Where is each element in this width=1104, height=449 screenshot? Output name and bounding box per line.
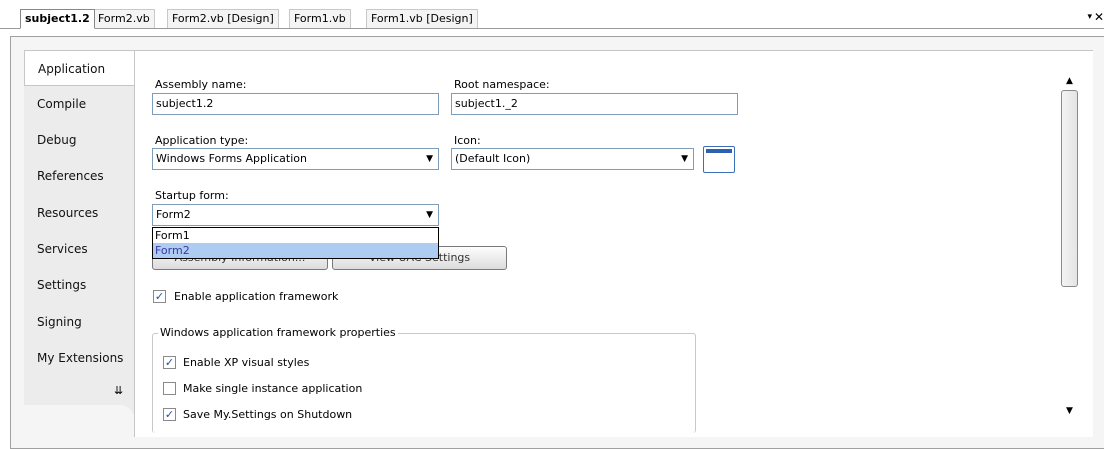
- startup-form-value: Form2: [156, 208, 191, 221]
- scrollbar-thumb[interactable]: [1061, 90, 1078, 287]
- scroll-up-icon[interactable]: ▲: [1066, 76, 1073, 86]
- chevron-down-icon: ▼: [681, 154, 688, 164]
- window-list-dropdown-icon[interactable]: ▾: [1087, 12, 1092, 22]
- assembly-name-field[interactable]: subject1.2: [152, 93, 439, 115]
- application-type-combo[interactable]: Windows Forms Application ▼: [152, 148, 439, 170]
- doc-tab-form2-vb[interactable]: Form2.vb: [93, 9, 155, 29]
- application-icon-preview: [703, 146, 735, 173]
- chevron-down-icon: ▼: [426, 154, 433, 164]
- nav-settings[interactable]: Settings: [24, 267, 134, 303]
- chevron-down-icon: ▼: [426, 210, 433, 220]
- document-tab-strip: subject1.2 Form2.vb Form2.vb [Design] Fo…: [0, 0, 1104, 30]
- doc-tab-form1-vb[interactable]: Form1.vb: [289, 9, 351, 29]
- nav-resources[interactable]: Resources: [24, 195, 134, 231]
- icon-combo[interactable]: (Default Icon) ▼: [451, 148, 694, 170]
- doc-tab-subject1-2[interactable]: subject1.2: [20, 9, 95, 29]
- application-type-value: Windows Forms Application: [156, 152, 307, 165]
- close-document-icon[interactable]: ✕: [1094, 10, 1104, 24]
- nav-signing[interactable]: Signing: [24, 304, 134, 340]
- startup-form-label: Startup form:: [155, 189, 229, 202]
- doc-tab-form2-design[interactable]: Form2.vb [Design]: [167, 9, 279, 29]
- nav-footer: [24, 405, 134, 445]
- xp-styles-checkbox[interactable]: ✓: [163, 356, 176, 369]
- application-type-label: Application type:: [155, 134, 249, 147]
- more-tabs-icon[interactable]: ⇊: [114, 384, 123, 397]
- nav-debug[interactable]: Debug: [24, 122, 134, 158]
- icon-label: Icon:: [454, 134, 481, 147]
- assembly-name-label: Assembly name:: [155, 78, 247, 91]
- save-settings-checkbox[interactable]: ✓: [163, 408, 176, 421]
- startup-option-form2[interactable]: Form2: [153, 243, 438, 258]
- root-namespace-label: Root namespace:: [454, 78, 550, 91]
- single-instance-checkbox[interactable]: [163, 382, 176, 395]
- startup-form-dropdown-list: Form1 Form2: [152, 227, 439, 259]
- nav-my-extensions[interactable]: My Extensions: [24, 340, 134, 376]
- startup-option-form1[interactable]: Form1: [153, 228, 438, 243]
- startup-form-combo[interactable]: Form2 ▼: [152, 204, 439, 226]
- tab-strip-divider: [0, 28, 1104, 29]
- save-settings-label: Save My.Settings on Shutdown: [183, 408, 353, 421]
- enable-framework-label: Enable application framework: [174, 290, 339, 303]
- scroll-down-icon[interactable]: ▼: [1066, 406, 1073, 416]
- nav-application[interactable]: Application: [24, 50, 134, 86]
- single-instance-label: Make single instance application: [183, 382, 363, 395]
- nav-references[interactable]: References: [24, 158, 134, 194]
- enable-framework-checkbox[interactable]: ✓: [153, 290, 166, 303]
- xp-styles-label: Enable XP visual styles: [183, 356, 310, 369]
- nav-services[interactable]: Services: [24, 231, 134, 267]
- nav-compile[interactable]: Compile: [24, 86, 134, 122]
- framework-properties-title: Windows application framework properties: [158, 326, 398, 339]
- doc-tab-form1-design[interactable]: Form1.vb [Design]: [366, 9, 478, 29]
- root-namespace-field[interactable]: subject1._2: [451, 93, 738, 115]
- icon-value: (Default Icon): [455, 152, 531, 165]
